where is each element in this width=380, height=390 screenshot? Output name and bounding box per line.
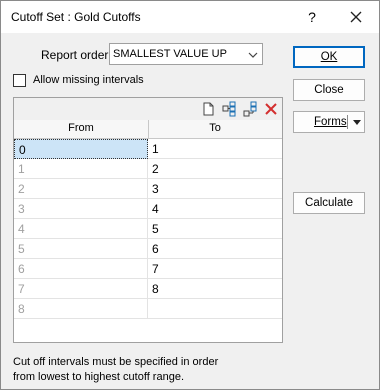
table-row[interactable]: 7 8 xyxy=(14,279,282,299)
table-row[interactable]: 5 6 xyxy=(14,239,282,259)
from-cell[interactable]: 4 xyxy=(14,219,148,239)
footer-line-2: from lowest to highest cutoff range. xyxy=(13,371,184,383)
table-row[interactable]: 3 4 xyxy=(14,199,282,219)
title-bar: Cutoff Set : Gold Cutoffs ? xyxy=(1,1,379,33)
report-order-select[interactable]: SMALLEST VALUE UP xyxy=(109,43,263,65)
from-cell[interactable]: 7 xyxy=(14,279,148,299)
to-cell[interactable]: 1 xyxy=(148,139,282,159)
ok-button[interactable]: OK xyxy=(293,46,365,68)
table-row[interactable]: 0 1 xyxy=(14,139,282,159)
close-button[interactable]: Close xyxy=(293,79,365,101)
append-rows-icon[interactable] xyxy=(242,101,258,117)
to-cell[interactable]: 8 xyxy=(148,279,282,299)
close-icon xyxy=(350,11,362,23)
to-cell[interactable]: 4 xyxy=(148,199,282,219)
grid-header: From To xyxy=(14,120,282,139)
delete-icon[interactable] xyxy=(263,101,279,117)
from-cell[interactable]: 6 xyxy=(14,259,148,279)
to-cell[interactable]: 3 xyxy=(148,179,282,199)
to-cell[interactable]: 5 xyxy=(148,219,282,239)
help-button[interactable]: ? xyxy=(301,7,323,27)
table-row[interactable]: 1 2 xyxy=(14,159,282,179)
forms-dropdown-arrow-icon[interactable] xyxy=(352,114,362,137)
allow-missing-checkbox[interactable] xyxy=(13,74,26,87)
insert-rows-icon[interactable] xyxy=(221,101,237,117)
new-file-icon[interactable] xyxy=(200,101,216,117)
forms-label: Forms xyxy=(314,116,347,128)
to-cell[interactable]: 6 xyxy=(148,239,282,259)
cutoff-set-dialog: Cutoff Set : Gold Cutoffs ? Report order… xyxy=(0,0,380,390)
footer-note: Cut off intervals must be specified in o… xyxy=(13,355,313,385)
chevron-down-icon xyxy=(248,49,258,63)
from-cell[interactable]: 3 xyxy=(14,199,148,219)
window-title: Cutoff Set : Gold Cutoffs xyxy=(11,10,141,24)
forms-split-divider xyxy=(347,115,348,129)
column-header-to[interactable]: To xyxy=(148,122,282,134)
cutoff-grid: From To 0 1 1 2 2 3 3 4 4 5 5 6 6 7 7 8 … xyxy=(13,97,283,343)
close-window-button[interactable] xyxy=(345,7,367,27)
to-cell[interactable]: 2 xyxy=(148,159,282,179)
footer-line-1: Cut off intervals must be specified in o… xyxy=(13,356,219,368)
from-cell[interactable]: 1 xyxy=(14,159,148,179)
table-row[interactable]: 2 3 xyxy=(14,179,282,199)
grid-toolbar xyxy=(14,98,282,121)
table-row[interactable]: 6 7 xyxy=(14,259,282,279)
allow-missing-label: Allow missing intervals xyxy=(33,74,144,86)
forms-button[interactable]: Forms xyxy=(293,111,365,133)
grid-rows: 0 1 1 2 2 3 3 4 4 5 5 6 6 7 7 8 8 xyxy=(14,139,282,319)
calculate-button[interactable]: Calculate xyxy=(293,192,365,214)
table-row[interactable]: 4 5 xyxy=(14,219,282,239)
report-order-label: Report order xyxy=(41,48,109,62)
from-cell[interactable]: 0 xyxy=(14,139,148,159)
from-cell[interactable]: 5 xyxy=(14,239,148,259)
column-header-from[interactable]: From xyxy=(14,122,148,134)
to-cell[interactable]: 7 xyxy=(148,259,282,279)
report-order-value: SMALLEST VALUE UP xyxy=(113,48,227,60)
from-cell[interactable]: 8 xyxy=(14,299,148,319)
table-row[interactable]: 8 xyxy=(14,299,282,319)
from-cell[interactable]: 2 xyxy=(14,179,148,199)
to-cell[interactable] xyxy=(148,299,282,319)
